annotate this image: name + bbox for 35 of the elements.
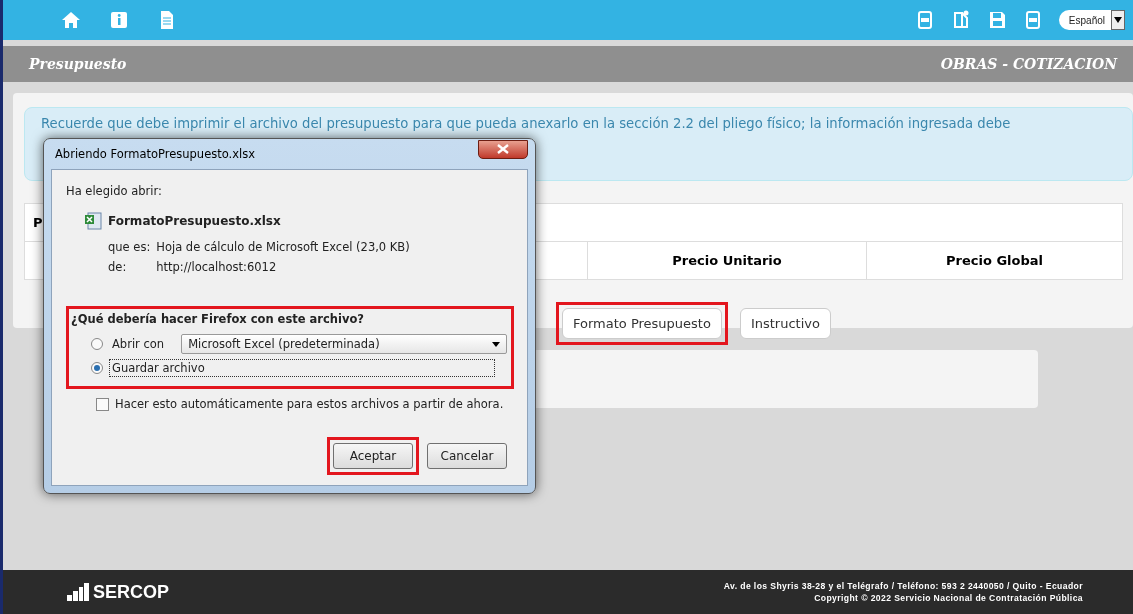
option-label[interactable]: Abrir con (109, 335, 168, 353)
dialog-button[interactable]: Cancelar (427, 443, 507, 469)
column-header: Precio Unitario (587, 242, 866, 279)
column-header: Precio Global (866, 242, 1122, 279)
page-title: Presupuesto (29, 56, 127, 72)
close-icon (497, 144, 509, 154)
checkbox-label[interactable]: Hacer esto automáticamente para estos archivos a partir de ahora. (115, 397, 504, 411)
close-button[interactable] (478, 139, 528, 159)
page-button[interactable]: Instructivo (739, 308, 831, 339)
dialog-title: Abriendo FormatoPresupuesto.xlsx (55, 147, 256, 161)
language-select[interactable]: Español (1058, 10, 1125, 30)
source-value: http://localhost:6012 (156, 260, 278, 274)
intro-text: Ha elegido abrir: (66, 184, 163, 198)
info-icon[interactable] (109, 10, 129, 30)
radio-button[interactable] (91, 338, 103, 350)
application-dropdown[interactable]: Microsoft Excel (predeterminada) (181, 334, 508, 354)
checkbox[interactable] (96, 397, 109, 411)
table-cell: P (33, 215, 43, 230)
option-label[interactable]: Guardar archivo (109, 359, 495, 377)
dialog-button[interactable]: Aceptar (333, 443, 413, 469)
footer-text: Copyright © 2022 Servicio Nacional de Contratación Pública (814, 593, 1083, 603)
footer-text: Av. de los Shyris 38-28 y el Telégrafo / Teléfono: 593 2 2440050 / Quito - Ecuador (723, 581, 1083, 591)
type-value: Hoja de cálculo de Microsoft Excel (23,0 KB) (156, 240, 410, 254)
type-label: que es: (108, 240, 151, 254)
home-icon[interactable] (61, 10, 81, 30)
section-title: OBRAS - COTIZACION (940, 56, 1117, 72)
caret-icon (1114, 17, 1122, 23)
caret-icon (492, 341, 501, 347)
spreadsheet-icon (84, 212, 102, 230)
page-button[interactable]: Formato Presupuesto (562, 308, 722, 339)
radio-button[interactable] (91, 362, 103, 374)
source-label: de: (108, 260, 128, 274)
file-name: FormatoPresupuesto.xlsx (108, 214, 281, 228)
question-text: ¿Qué debería hacer Firefox con este archivo? (71, 312, 365, 326)
sercop-logo: SERCOP (65, 581, 170, 603)
